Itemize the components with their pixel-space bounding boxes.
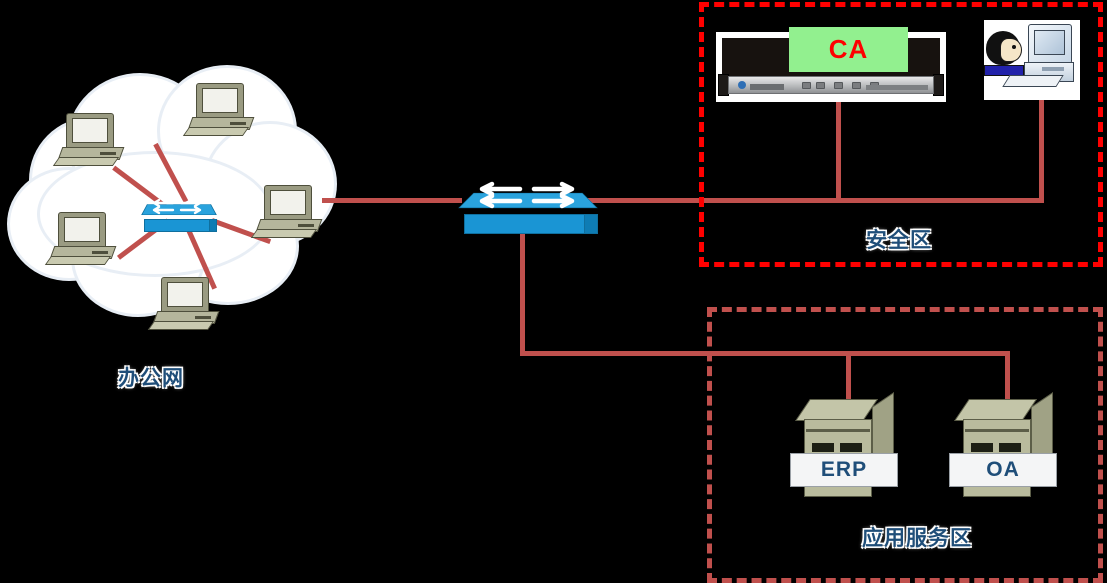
operator-eye <box>1012 45 1016 49</box>
office-network-caption: 办公网 <box>118 367 184 390</box>
keyboard <box>44 256 112 265</box>
operator-face-icon <box>1000 38 1022 62</box>
link-office-to-core <box>322 198 462 203</box>
server-groove <box>806 429 870 432</box>
server-drive-bay <box>812 443 834 452</box>
oa-server[interactable]: OA <box>949 392 1059 511</box>
drive-slot <box>298 224 314 227</box>
status-led <box>852 82 861 89</box>
monitor-screen <box>72 118 108 143</box>
server-top-face <box>954 399 1037 421</box>
server-drive-bay <box>971 443 993 452</box>
status-led <box>802 82 811 89</box>
server-groove <box>965 429 1029 432</box>
workstation-drive-bay <box>1042 67 1064 71</box>
monitor-screen <box>64 217 100 242</box>
erp-server[interactable]: ERP <box>790 392 900 511</box>
workstation-screen <box>1034 30 1065 55</box>
link-ca-riser <box>836 96 841 200</box>
office-switch[interactable] <box>141 194 217 232</box>
ca-server-label: CA <box>828 34 869 64</box>
drive-slot <box>230 122 246 125</box>
office-pc-1[interactable] <box>52 113 126 171</box>
office-pc-2[interactable] <box>182 83 256 141</box>
vendor-logo-icon <box>738 81 746 89</box>
rack-ear-right <box>933 74 944 96</box>
switch-arrows-icon <box>152 198 202 215</box>
network-diagram-canvas: 办公网 CA 安全区 ERP OA 应用服务区 <box>0 0 1107 583</box>
monitor-screen <box>167 282 203 307</box>
model-name-mark <box>866 85 928 90</box>
vendor-name-mark <box>750 84 784 90</box>
keyboard <box>182 127 250 136</box>
office-pc-3[interactable] <box>44 212 118 270</box>
server-top-face <box>795 399 878 421</box>
keyboard <box>52 157 120 166</box>
operator-workstation[interactable] <box>984 20 1080 100</box>
drive-slot <box>100 152 116 155</box>
switch-arrows-icon <box>479 181 575 209</box>
keyboard <box>147 321 215 330</box>
link-core-down-riser <box>520 228 525 356</box>
drive-slot <box>195 316 211 319</box>
secure-zone-caption: 安全区 <box>866 229 932 252</box>
server-drive-bay <box>999 443 1021 452</box>
office-pc-5[interactable] <box>250 185 324 243</box>
status-led <box>816 82 825 89</box>
monitor-screen <box>202 88 238 113</box>
status-led <box>834 82 843 89</box>
server-drive-bay <box>840 443 862 452</box>
office-pc-4[interactable] <box>147 277 221 335</box>
keyboard <box>250 229 318 238</box>
workstation-keyboard <box>1002 75 1064 87</box>
link-operator-riser <box>1039 92 1044 200</box>
drive-slot <box>92 251 108 254</box>
oa-server-label: OA <box>949 453 1057 487</box>
core-switch[interactable] <box>458 176 598 234</box>
monitor-screen <box>270 190 306 215</box>
ca-server-badge: CA <box>789 27 908 72</box>
erp-server-label: ERP <box>790 453 898 487</box>
app-zone-caption: 应用服务区 <box>862 527 972 550</box>
